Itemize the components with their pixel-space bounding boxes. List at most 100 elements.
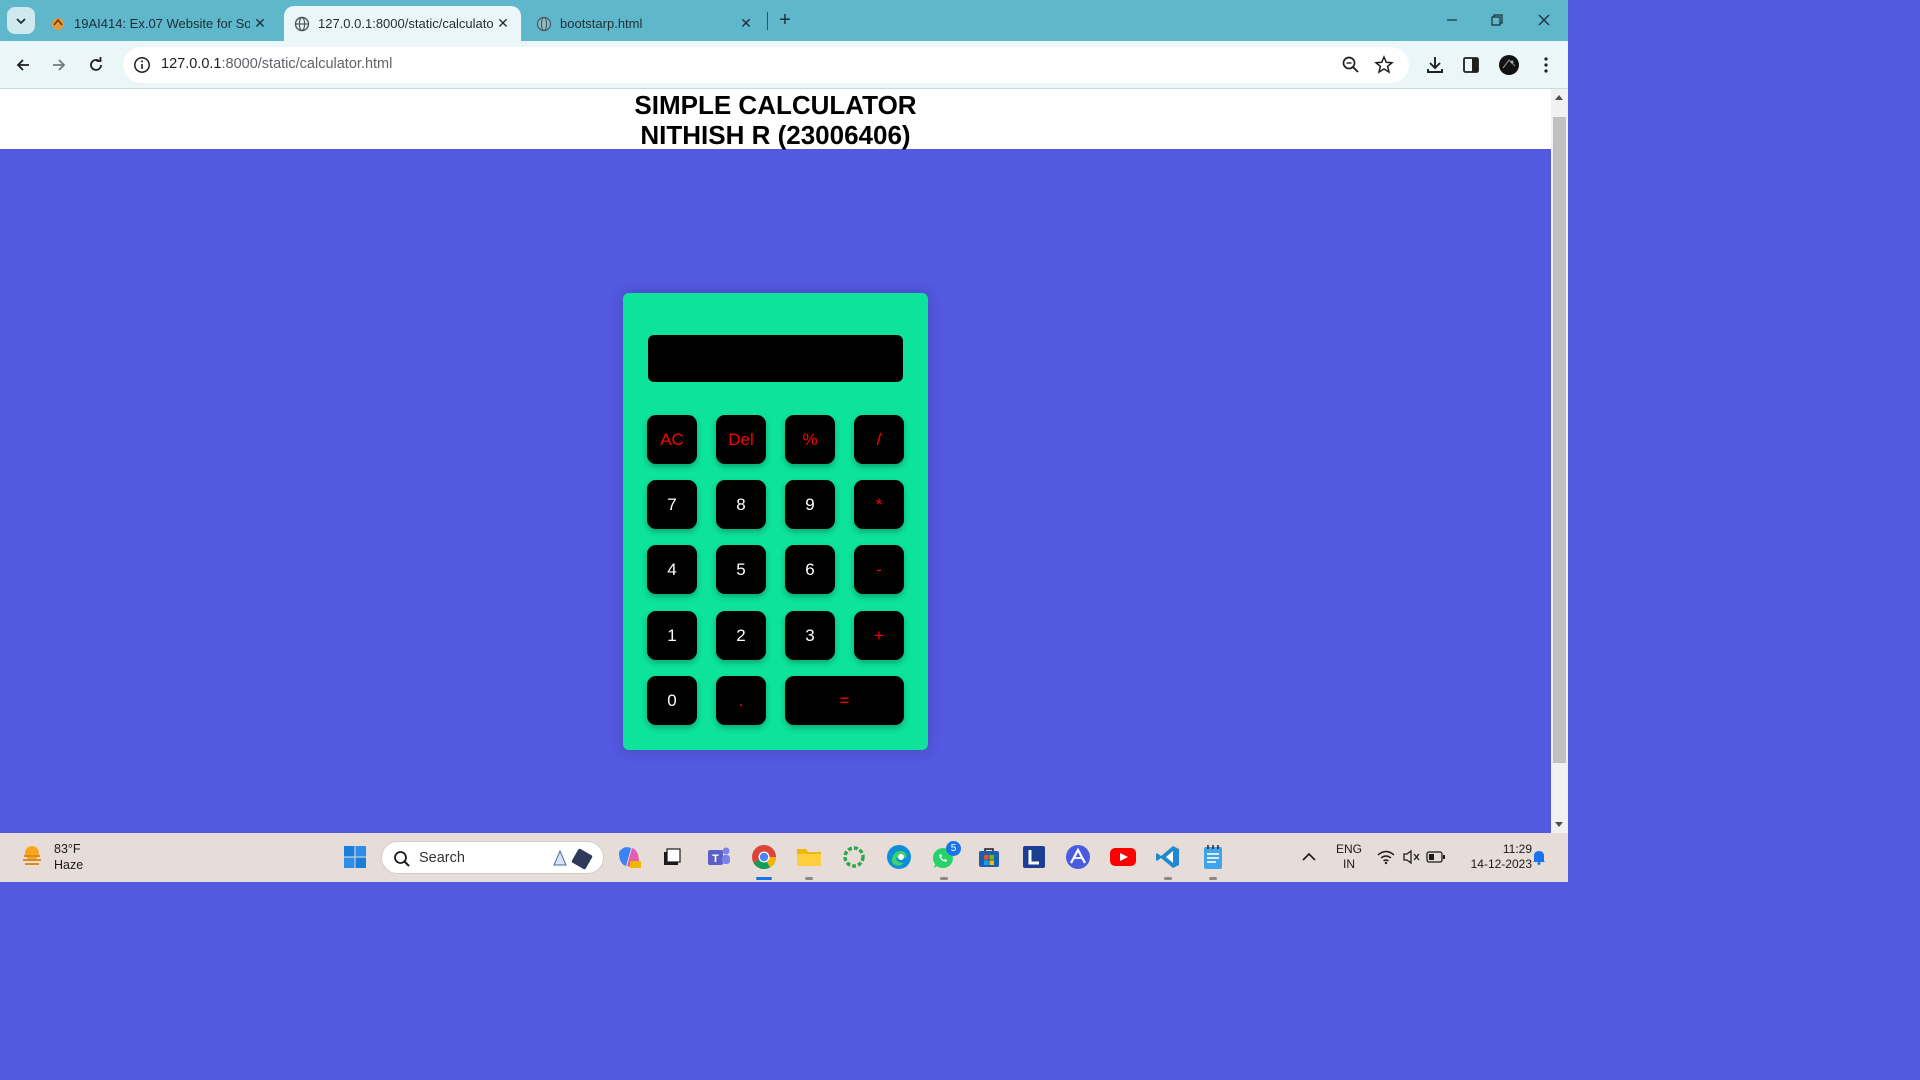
explorer-running-indicator <box>805 877 813 880</box>
reload-button[interactable] <box>84 53 108 77</box>
scrollbar-thumb[interactable] <box>1553 117 1566 763</box>
key-equals[interactable]: = <box>785 676 904 725</box>
clock-date: 14-12-2023 <box>1470 857 1532 871</box>
close-tab-icon[interactable]: ✕ <box>493 15 513 32</box>
chrome-icon <box>752 845 776 870</box>
key-9[interactable]: 9 <box>785 480 835 529</box>
key-3[interactable]: 3 <box>785 611 835 660</box>
vscode-app-icon[interactable] <box>1152 841 1184 873</box>
chevron-down-icon <box>16 17 26 24</box>
reload-icon <box>90 57 102 71</box>
page-title: SIMPLE CALCULATOR <box>634 90 917 120</box>
web-page: SIMPLE CALCULATOR NITHISH R (23006406) A… <box>0 89 1551 833</box>
site-favicon-icon <box>52 17 64 30</box>
store-app-icon[interactable] <box>973 841 1005 873</box>
svg-text:T: T <box>712 853 719 865</box>
side-panel-icon <box>1463 57 1479 73</box>
profile-avatar[interactable] <box>1497 53 1521 77</box>
site-info-icon[interactable] <box>133 56 151 74</box>
key-clear[interactable]: AC <box>647 415 697 464</box>
tab-calculator[interactable]: 127.0.0.1:8000/static/calculator. ✕ <box>284 6 521 41</box>
tab-website[interactable]: 19AI414: Ex.07 Website for Soft ✕ <box>40 6 278 41</box>
tab-search-button[interactable] <box>7 7 35 34</box>
key-multiply[interactable]: * <box>854 480 904 529</box>
notifications-button[interactable] <box>1528 841 1550 873</box>
clock[interactable]: 11:29 14-12-2023 <box>1452 842 1532 872</box>
copilot-app-icon[interactable] <box>613 841 645 873</box>
weather-widget[interactable]: 83°F Haze <box>18 841 83 873</box>
new-tab-button[interactable]: + <box>774 9 796 31</box>
url-path: :8000/static/calculator.html <box>221 56 393 72</box>
avatar-icon <box>1499 55 1519 75</box>
bookmark-star-icon[interactable] <box>1374 55 1394 75</box>
file-explorer-app-icon[interactable] <box>793 841 825 873</box>
page-subtitle: NITHISH R (23006406) <box>640 120 911 150</box>
more-vertical-icon <box>1544 57 1548 73</box>
arc-app-icon[interactable] <box>1062 841 1094 873</box>
address-bar[interactable]: 127.0.0.1:8000/static/calculator.html <box>123 47 1409 83</box>
globe-icon <box>294 16 310 31</box>
key-subtract[interactable]: - <box>854 545 904 594</box>
key-1[interactable]: 1 <box>647 611 697 660</box>
key-6[interactable]: 6 <box>785 545 835 594</box>
scroll-up-arrow-icon[interactable] <box>1555 95 1563 100</box>
folder-icon <box>797 849 821 866</box>
search-icon <box>394 851 410 867</box>
key-delete[interactable]: Del <box>716 415 766 464</box>
battery-status[interactable] <box>1423 841 1449 873</box>
show-hidden-icons-button[interactable] <box>1293 841 1325 873</box>
scroll-down-arrow-icon[interactable] <box>1555 822 1563 827</box>
tab-title: 127.0.0.1:8000/static/calculator. <box>318 16 493 31</box>
taskbar: 83°F Haze Search T 5 ENG IN 11:29 14-12-… <box>0 833 1568 882</box>
close-tab-icon[interactable]: ✕ <box>736 15 756 32</box>
arc-icon <box>1066 845 1090 869</box>
key-7[interactable]: 7 <box>647 480 697 529</box>
l-app-icon[interactable] <box>1018 841 1050 873</box>
task-view-icon[interactable] <box>656 841 688 873</box>
taskbar-search[interactable]: Search <box>381 841 604 874</box>
teams-app-icon[interactable]: T <box>703 841 735 873</box>
key-5[interactable]: 5 <box>716 545 766 594</box>
ring-app-icon[interactable] <box>838 841 870 873</box>
url-text[interactable]: 127.0.0.1:8000/static/calculator.html <box>161 56 392 72</box>
key-percent[interactable]: % <box>785 415 835 464</box>
chrome-app-icon[interactable] <box>748 841 780 873</box>
menu-button[interactable] <box>1534 53 1558 77</box>
language-indicator[interactable]: ENG IN <box>1333 842 1365 872</box>
search-label: Search <box>419 850 465 866</box>
key-divide[interactable]: / <box>854 415 904 464</box>
restore-button[interactable] <box>1487 10 1507 30</box>
downloads-button[interactable] <box>1423 53 1447 77</box>
tab-strip: 19AI414: Ex.07 Website for Soft ✕ 127.0.… <box>0 0 1568 41</box>
volume-status[interactable] <box>1398 841 1424 873</box>
key-add[interactable]: + <box>854 611 904 660</box>
forward-button[interactable] <box>47 53 71 77</box>
close-window-button[interactable] <box>1534 10 1554 30</box>
tab-title: bootstarp.html <box>560 16 643 31</box>
youtube-app-icon[interactable] <box>1107 841 1139 873</box>
chrome-active-indicator <box>756 877 772 880</box>
calculator-display <box>648 335 903 382</box>
key-decimal[interactable]: . <box>716 676 766 725</box>
page-scrollbar[interactable] <box>1551 89 1568 833</box>
notepad-app-icon[interactable] <box>1197 841 1229 873</box>
key-8[interactable]: 8 <box>716 480 766 529</box>
wifi-icon <box>1377 850 1395 865</box>
minimize-button[interactable] <box>1442 10 1462 30</box>
key-0[interactable]: 0 <box>647 676 697 725</box>
windows-logo-icon <box>344 846 366 868</box>
wifi-status[interactable] <box>1373 841 1399 873</box>
key-4[interactable]: 4 <box>647 545 697 594</box>
tab-divider <box>767 12 768 30</box>
key-2[interactable]: 2 <box>716 611 766 660</box>
zoom-icon[interactable] <box>1341 55 1361 75</box>
close-tab-icon[interactable]: ✕ <box>250 15 270 32</box>
edge-app-icon[interactable] <box>883 841 915 873</box>
start-button[interactable] <box>339 841 371 873</box>
restore-icon <box>1491 14 1503 26</box>
side-panel-button[interactable] <box>1459 53 1483 77</box>
tab-bootstrap[interactable]: bootstarp.html ✕ <box>526 6 764 41</box>
store-icon <box>979 848 999 867</box>
back-button[interactable] <box>11 53 35 77</box>
bell-icon <box>1533 851 1545 865</box>
